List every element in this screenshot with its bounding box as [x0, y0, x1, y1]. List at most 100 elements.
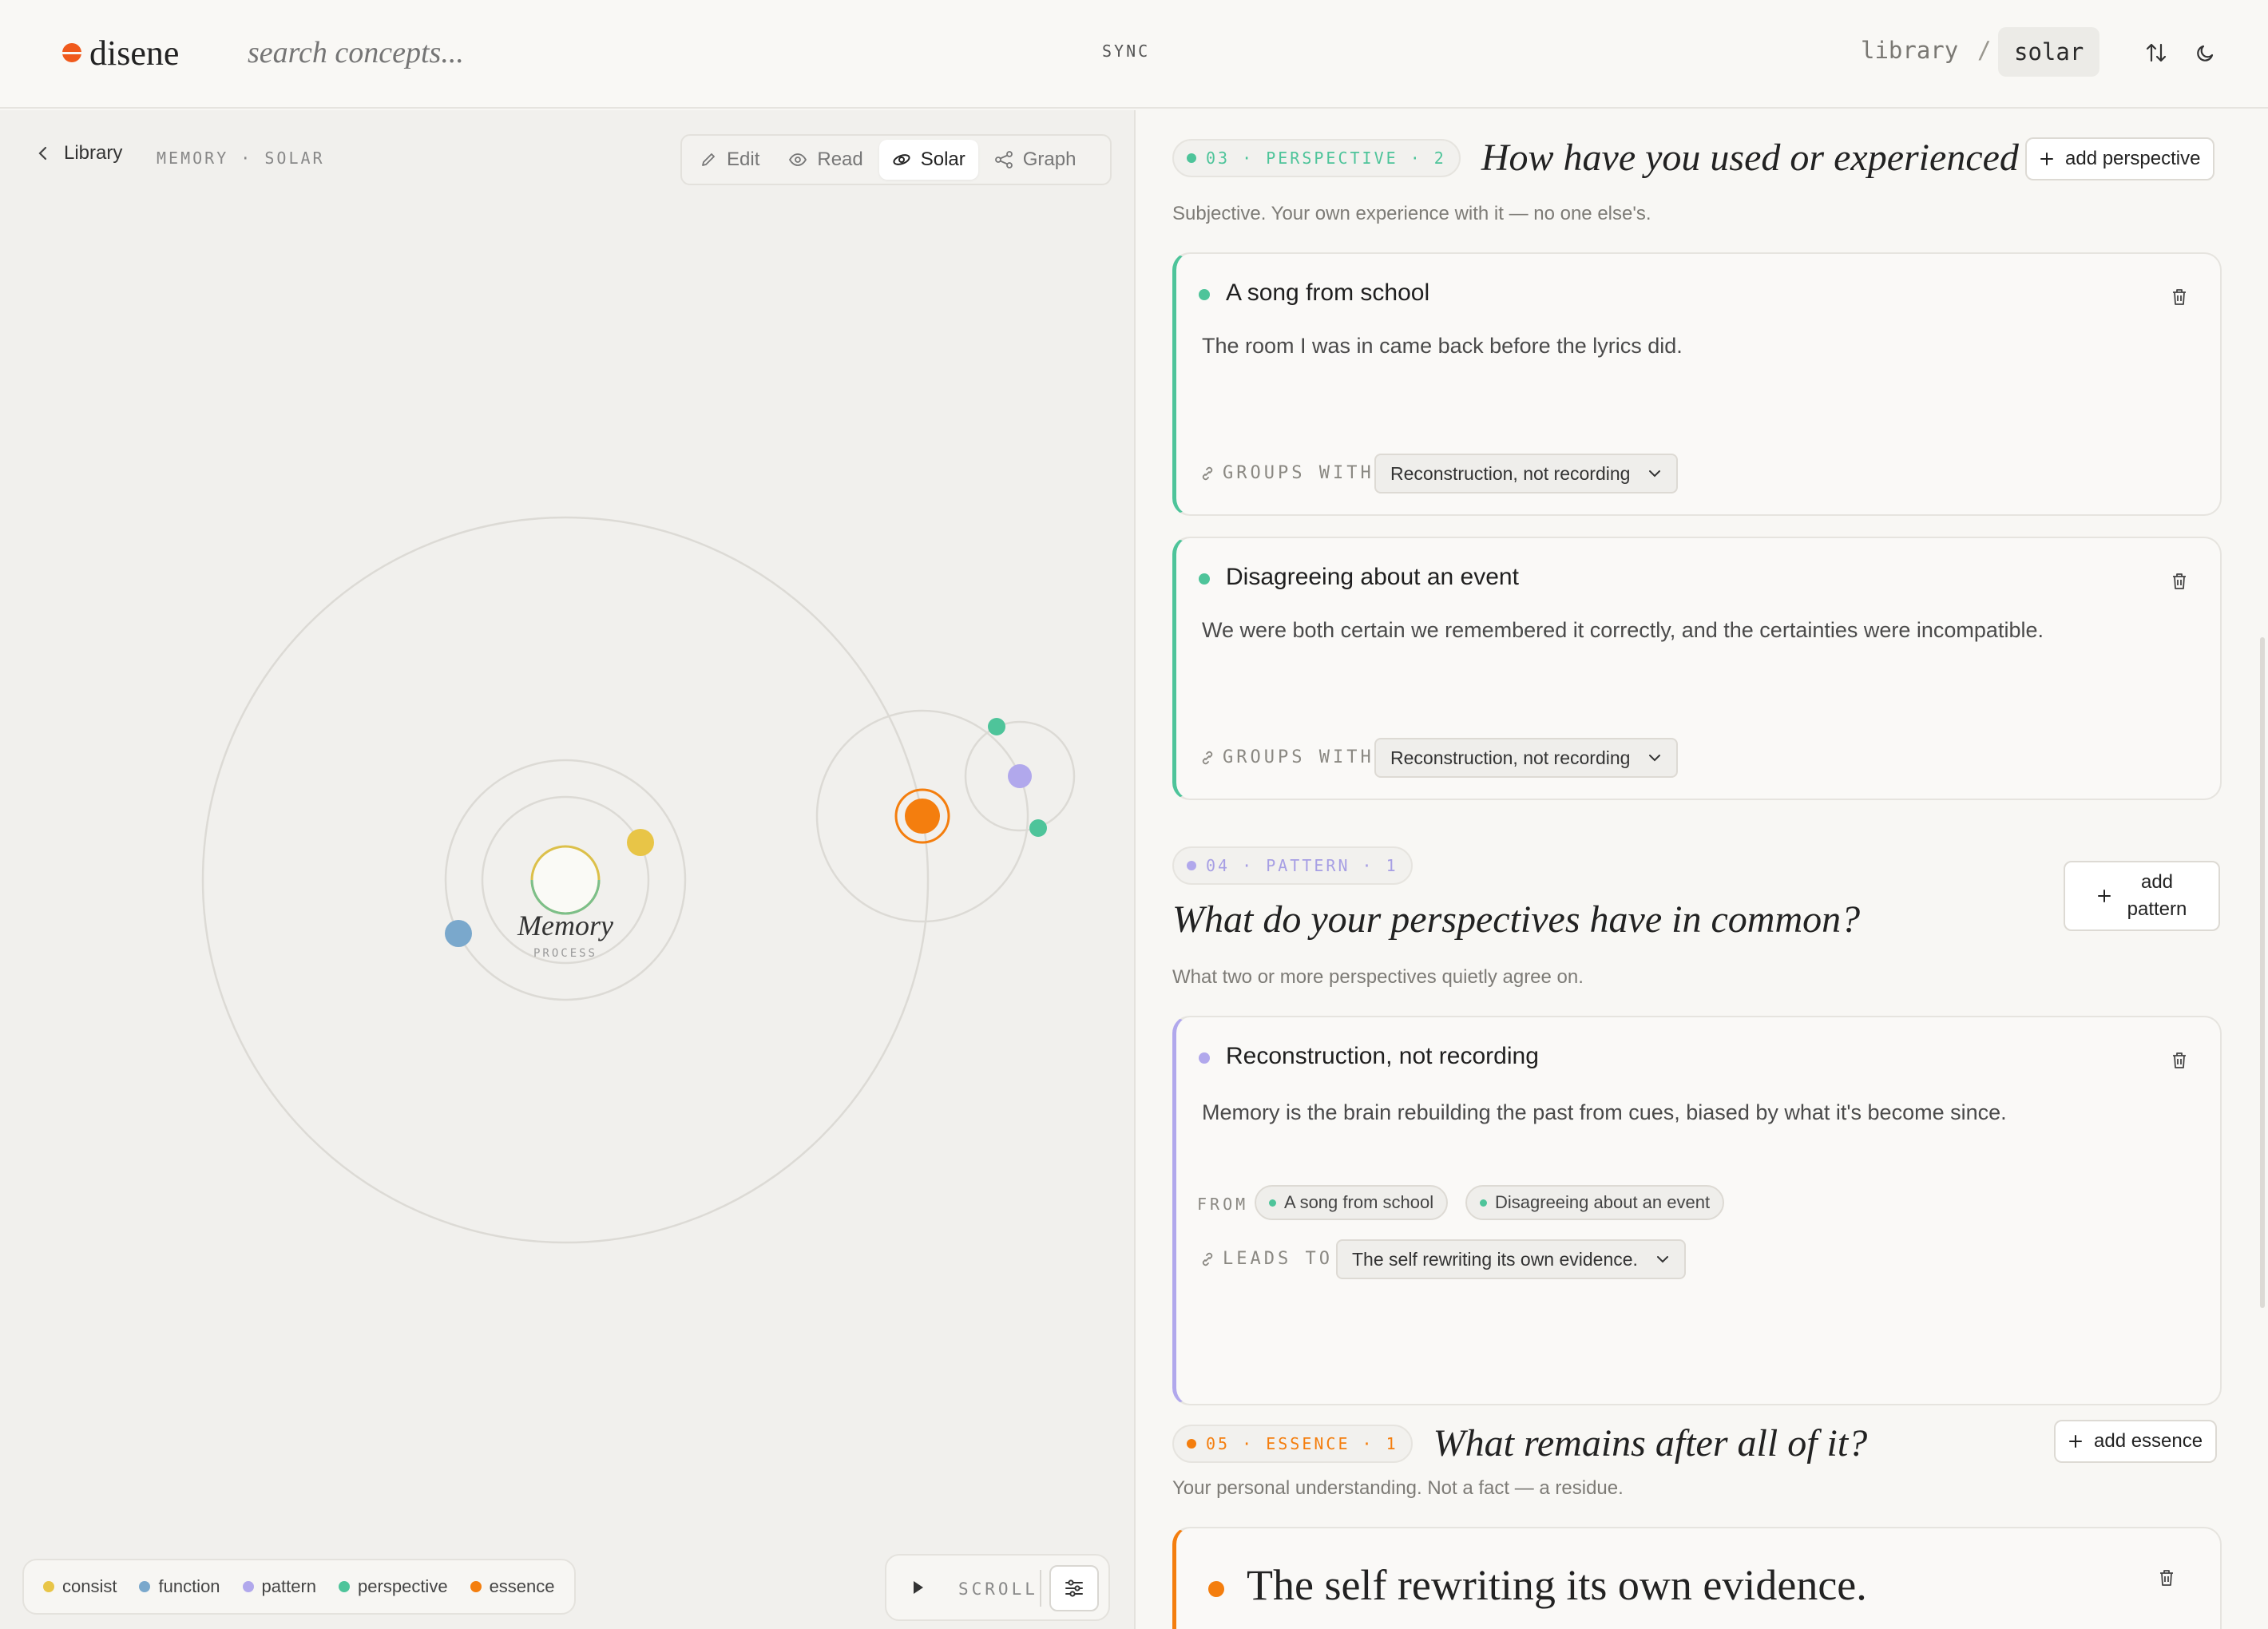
card-body[interactable]: The room I was in came back before the l…	[1202, 334, 1683, 359]
legend-item: pattern	[242, 1576, 317, 1597]
card-title[interactable]: A song from school	[1226, 279, 1429, 307]
perspective-node[interactable]	[1029, 819, 1047, 837]
perspective-title: How have you used or experienced it?	[1481, 137, 2069, 179]
legend-label: function	[158, 1576, 220, 1596]
search-input[interactable]	[248, 30, 583, 75]
memory-label: Memory	[517, 910, 613, 941]
from-label: FROM	[1197, 1195, 1249, 1214]
groups-with-value: Reconstruction, not recording	[1390, 462, 1631, 484]
essence-title: What remains after all of it?	[1433, 1422, 1868, 1465]
solar-panel: Library MEMORY · SOLAR Edit Read Solar G…	[0, 110, 1136, 1629]
breadcrumb-library[interactable]: library	[1861, 37, 1958, 64]
pill-dot	[1187, 153, 1196, 163]
perspective-node[interactable]	[988, 718, 1005, 735]
pattern-title: What do your perspectives have in common…	[1172, 898, 1861, 941]
groups-with-label: GROUPS WITH	[1200, 747, 1374, 767]
link-icon	[1202, 751, 1213, 764]
add-perspective-label: add perspective	[2065, 148, 2201, 169]
perspective-card[interactable]: A song from school The room I was in cam…	[1172, 252, 2222, 516]
groups-with-label: GROUPS WITH	[1200, 463, 1374, 483]
settings-sliders-button[interactable]	[1049, 1565, 1099, 1611]
add-essence-label: add essence	[2094, 1430, 2203, 1452]
legend-label: perspective	[358, 1576, 448, 1596]
brand-logo-icon	[62, 43, 81, 62]
add-pattern-label-line2: pattern	[2127, 898, 2187, 920]
essence-section-header: 05 · ESSENCE · 1 What remains after all …	[1172, 1421, 1867, 1465]
pill-dot	[1187, 861, 1196, 870]
essence-pill: 05 · ESSENCE · 1	[1172, 1424, 1413, 1463]
groups-with-text: GROUPS WITH	[1223, 747, 1374, 767]
card-title[interactable]: Reconstruction, not recording	[1226, 1043, 1539, 1070]
chevron-down-icon	[1649, 755, 1661, 762]
add-perspective-button[interactable]: add perspective	[2025, 137, 2215, 180]
brand[interactable]: disene	[62, 30, 179, 75]
pattern-node[interactable]	[1008, 764, 1032, 788]
card-body[interactable]: Memory is the brain rebuilding the past …	[1202, 1100, 2007, 1125]
play-icon[interactable]	[910, 1578, 926, 1597]
essence-node[interactable]	[905, 799, 940, 834]
essence-statement[interactable]: The self rewriting its own evidence.	[1247, 1560, 1867, 1610]
consist-node[interactable]	[627, 829, 654, 856]
essence-pill-label: 05 · ESSENCE · 1	[1206, 1433, 1398, 1453]
add-essence-button[interactable]: add essence	[2054, 1420, 2218, 1463]
from-chip[interactable]: A song from school	[1255, 1185, 1449, 1220]
trash-icon[interactable]	[2171, 1051, 2188, 1070]
legend-label: consist	[62, 1576, 117, 1596]
card-dot	[1199, 1052, 1210, 1064]
sliders-icon	[1065, 1579, 1083, 1597]
chevron-down-icon	[1656, 1256, 1668, 1263]
leads-to-value: The self rewriting its own evidence.	[1352, 1248, 1638, 1270]
plus-icon	[2040, 153, 2053, 165]
pill-dot	[1187, 1438, 1196, 1449]
card-body[interactable]: We were both certain we remembered it co…	[1202, 618, 2044, 643]
sync-status[interactable]: SYNC	[1102, 42, 1150, 61]
memory-sublabel: PROCESS	[533, 947, 597, 960]
trash-icon[interactable]	[2158, 1568, 2175, 1587]
chevron-down-icon	[1649, 470, 1661, 478]
scroll-controls: SCROLL	[885, 1554, 1110, 1621]
legend-dot	[470, 1581, 482, 1592]
chip-dot	[1480, 1199, 1487, 1207]
trash-icon[interactable]	[2171, 287, 2188, 307]
trash-icon[interactable]	[2171, 572, 2188, 591]
card-title[interactable]: Disagreeing about an event	[1226, 564, 1519, 591]
from-chip-label: Disagreeing about an event	[1495, 1192, 1711, 1212]
dark-mode-moon-icon[interactable]	[2190, 37, 2222, 69]
add-pattern-button[interactable]: add pattern	[2064, 861, 2220, 931]
breadcrumb-current[interactable]: solar	[1998, 27, 2100, 77]
legend-label: pattern	[261, 1576, 317, 1596]
solar-system-view[interactable]: Memory PROCESS	[0, 110, 1136, 1627]
legend-dot	[139, 1581, 151, 1592]
sort-arrows-icon[interactable]	[2140, 37, 2172, 69]
brand-name: disene	[89, 33, 180, 73]
pattern-pill-label: 04 · PATTERN · 1	[1206, 856, 1398, 875]
add-pattern-label-line1: add	[2140, 871, 2174, 893]
link-icon	[1202, 466, 1213, 480]
pattern-section-header: 04 · PATTERN · 1	[1172, 846, 1413, 885]
legend: consist function pattern perspective ess…	[22, 1559, 576, 1615]
groups-with-select[interactable]: Reconstruction, not recording	[1374, 738, 1679, 778]
pattern-pill: 04 · PATTERN · 1	[1172, 846, 1413, 885]
card-dot	[1199, 289, 1210, 300]
plus-icon	[2097, 890, 2111, 902]
groups-with-text: GROUPS WITH	[1223, 463, 1374, 483]
function-node[interactable]	[445, 920, 472, 947]
perspective-section-header: 03 · PERSPECTIVE · 2 How have you used o…	[1172, 136, 2069, 180]
divider	[1040, 1570, 1041, 1607]
from-chip[interactable]: Disagreeing about an event	[1465, 1185, 1725, 1220]
concept-detail-panel: 03 · PERSPECTIVE · 2 How have you used o…	[1137, 110, 2268, 1629]
scroll-label: SCROLL	[958, 1579, 1038, 1599]
pattern-card[interactable]: Reconstruction, not recording Memory is …	[1172, 1016, 2222, 1405]
add-pattern-label: add pattern	[2127, 869, 2187, 923]
perspective-subtitle: Subjective. Your own experience with it …	[1172, 203, 1651, 224]
pattern-subtitle: What two or more perspectives quietly ag…	[1172, 966, 1584, 988]
scrollbar-thumb[interactable]	[2260, 637, 2265, 1308]
legend-label: essence	[489, 1576, 555, 1596]
leads-to-select[interactable]: The self rewriting its own evidence.	[1336, 1239, 1686, 1279]
legend-dot	[43, 1581, 54, 1592]
link-icon	[1202, 1252, 1213, 1266]
essence-card[interactable]: The self rewriting its own evidence.	[1172, 1527, 2222, 1629]
perspective-card[interactable]: Disagreeing about an event We were both …	[1172, 537, 2222, 800]
plus-icon	[2069, 1435, 2082, 1448]
groups-with-select[interactable]: Reconstruction, not recording	[1374, 454, 1679, 493]
